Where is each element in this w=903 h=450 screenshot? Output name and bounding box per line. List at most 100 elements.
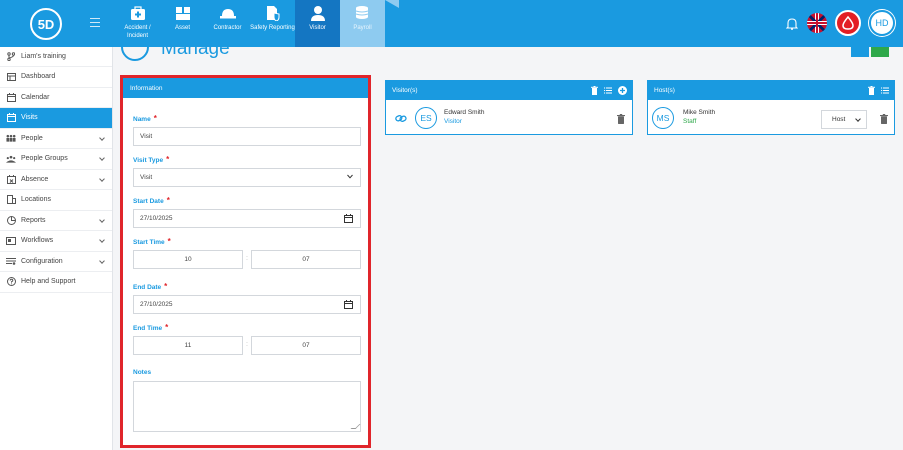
module-label: Payroll — [353, 25, 372, 31]
sidebar-item-reports[interactable]: Reports — [0, 211, 112, 231]
sidebar-item-dashboard[interactable]: Dashboard — [0, 67, 112, 88]
host-role: Staff — [683, 118, 697, 125]
header-action-button[interactable] — [851, 47, 869, 57]
calendar-icon — [6, 92, 16, 102]
module-payroll[interactable]: Payroll — [340, 0, 385, 47]
app-logo[interactable]: 5D — [30, 8, 62, 40]
name-value: Visit — [140, 133, 153, 140]
sidebar-item-people[interactable]: People — [0, 129, 112, 149]
top-bar: 5D Accident / Incident Asset Contractor — [0, 0, 903, 47]
menu-toggle-icon[interactable] — [90, 18, 100, 27]
host-type-select[interactable]: Host — [821, 110, 867, 129]
notes-textarea[interactable] — [133, 381, 361, 432]
module-label: Visitor — [309, 25, 326, 31]
sidebar-item-label: Help and Support — [21, 278, 76, 286]
header-save-button[interactable] — [871, 47, 889, 57]
people-icon — [6, 134, 16, 143]
module-label: Asset — [174, 25, 190, 31]
sidebar-item-label: People — [21, 134, 43, 142]
start-hour-input[interactable]: 10 — [133, 250, 243, 269]
visit-type-value: Visit — [140, 174, 153, 181]
start-date-value: 27/10/2025 — [140, 215, 173, 222]
information-header: Information — [123, 78, 368, 98]
add-circle-icon[interactable] — [618, 86, 627, 97]
dashboard-icon — [6, 72, 16, 81]
visitors-header: Visitor(s) — [386, 81, 632, 100]
module-contractor[interactable]: Contractor — [205, 0, 250, 47]
sidebar-item-visits[interactable]: Visits — [0, 108, 112, 129]
sidebar-item-calendar[interactable]: Calendar — [0, 88, 112, 108]
required-mark: * — [166, 196, 170, 205]
calendar-icon[interactable] — [344, 300, 353, 311]
required-mark: * — [167, 237, 171, 246]
help-icon — [6, 277, 16, 287]
time-separator: : — [246, 341, 248, 348]
visit-type-select[interactable]: Visit — [133, 168, 361, 187]
required-mark: * — [165, 323, 169, 332]
sidebar-item-label: Absence — [21, 175, 49, 183]
sidebar-item-label: Visits — [21, 114, 38, 122]
workflows-icon — [6, 236, 16, 245]
page-title-icon — [121, 47, 149, 61]
end-minute-input[interactable]: 07 — [251, 336, 361, 355]
name-input[interactable]: Visit — [133, 127, 361, 146]
sidebar-item-configuration[interactable]: Configuration — [0, 252, 112, 272]
trash-icon[interactable] — [880, 114, 888, 124]
list-icon[interactable] — [881, 87, 889, 96]
shield-document-icon — [264, 5, 282, 21]
host-type-value: Host — [832, 116, 846, 123]
sidebar-item-people-groups[interactable]: People Groups — [0, 149, 112, 170]
module-bar: Accident / Incident Asset Contractor Saf… — [115, 0, 385, 47]
user-avatar[interactable]: HD — [869, 10, 895, 36]
sidebar-item-workflows[interactable]: Workflows — [0, 231, 112, 252]
module-safety-reporting[interactable]: Safety Reporting — [250, 0, 295, 47]
bell-icon[interactable] — [785, 16, 799, 30]
host-avatar: MS — [652, 107, 674, 129]
module-label: Accident / Incident — [124, 25, 151, 39]
trash-icon[interactable] — [617, 114, 625, 124]
end-hour-input[interactable]: 11 — [133, 336, 243, 355]
end-hour-value: 11 — [184, 342, 192, 349]
hard-hat-icon — [219, 5, 237, 21]
locations-icon — [6, 195, 16, 205]
sidebar-item-label: Reports — [21, 216, 46, 224]
uk-flag-icon[interactable] — [807, 13, 827, 33]
module-label: Safety Reporting — [250, 25, 295, 31]
red-drop-icon[interactable] — [835, 10, 861, 36]
sidebar-item-label: Calendar — [21, 93, 50, 101]
module-label: Contractor — [213, 25, 242, 31]
trash-icon[interactable] — [868, 86, 875, 97]
chevron-down-icon — [855, 116, 861, 122]
user-initials: HD — [875, 18, 889, 28]
end-time-label: End Time * — [133, 323, 169, 332]
hosts-header: Host(s) — [648, 81, 894, 100]
visits-icon — [6, 113, 16, 123]
sidebar-item-locations[interactable]: Locations — [0, 190, 112, 211]
module-asset[interactable]: Asset — [160, 0, 205, 47]
person-icon — [309, 5, 327, 21]
start-minute-input[interactable]: 07 — [251, 250, 361, 269]
module-visitor[interactable]: Visitor — [295, 0, 340, 47]
start-date-label: Start Date * — [133, 196, 170, 205]
reports-icon — [6, 215, 16, 225]
module-accident-incident[interactable]: Accident / Incident — [115, 0, 160, 47]
name-label: Name * — [133, 114, 157, 123]
page-title: Manage — [161, 47, 230, 59]
information-panel: Information Name * Visit Visit Type * Visi… — [120, 75, 371, 448]
time-separator: : — [246, 255, 248, 262]
sidebar-item-help[interactable]: Help and Support — [0, 272, 112, 293]
trash-icon[interactable] — [591, 86, 598, 97]
host-name: Mike Smith — [683, 109, 716, 116]
link-icon[interactable] — [395, 114, 407, 125]
calendar-icon[interactable] — [344, 214, 353, 225]
start-date-input[interactable]: 27/10/2025 — [133, 209, 361, 228]
end-date-input[interactable]: 27/10/2025 — [133, 295, 361, 314]
sidebar-item-absence[interactable]: Absence — [0, 170, 112, 190]
sidebar-item-label: Workflows — [21, 237, 54, 245]
sidebar-training[interactable]: Liam's training — [0, 47, 112, 67]
logo-text: 5D — [37, 16, 55, 32]
end-minute-value: 07 — [302, 342, 310, 349]
visitors-card: Visitor(s) ES Edward Smith Visitor — [385, 80, 633, 135]
list-icon[interactable] — [604, 87, 612, 96]
visitors-title: Visitor(s) — [392, 87, 418, 94]
